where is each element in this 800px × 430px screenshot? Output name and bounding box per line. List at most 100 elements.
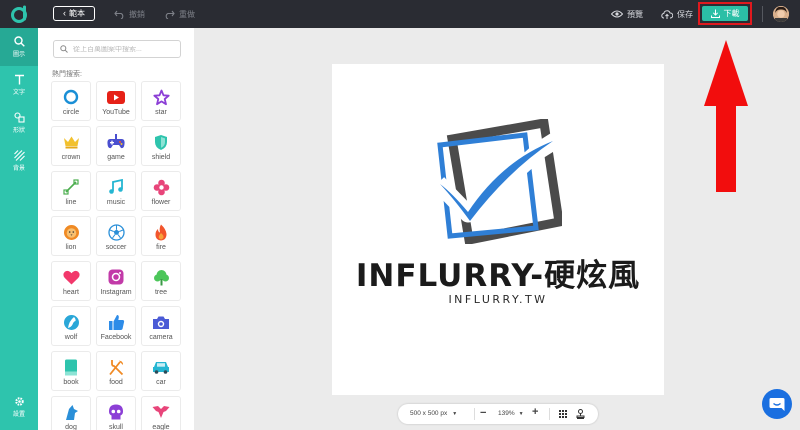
logo-subtitle-text[interactable]: INFLURRY.TW	[332, 293, 664, 306]
canvas-size-select[interactable]: 500 x 500 px ▼	[410, 410, 457, 417]
design-canvas[interactable]: INFLURRY-硬炫風 INFLURRY.TW	[332, 64, 664, 395]
rail-item-label: 形狀	[12, 128, 25, 134]
icon-tile-book[interactable]: book	[51, 351, 91, 391]
icon-tile-food[interactable]: food	[96, 351, 136, 391]
search-input[interactable]	[73, 45, 173, 53]
icon-tile-car[interactable]: car	[141, 351, 181, 391]
tile-label: flower	[151, 199, 171, 206]
canvas-size-label: 500 x 500 px	[410, 410, 448, 417]
redo-button[interactable]: 重做	[164, 0, 195, 28]
skull-icon	[109, 404, 123, 419]
zoom-level-label: 139%	[498, 410, 515, 417]
eye-icon	[611, 10, 623, 18]
dog-icon	[65, 404, 78, 420]
icon-tile-soccer[interactable]: soccer	[96, 216, 136, 256]
rail-item-label: 圖示	[12, 52, 25, 58]
icon-tile-eagle[interactable]: eagle	[141, 396, 181, 430]
zoom-out-button[interactable]: −	[480, 407, 486, 419]
wolf-icon	[63, 314, 79, 330]
checkmark-logo-icon[interactable]	[432, 119, 562, 244]
icon-tile-facebook[interactable]: Facebook	[96, 306, 136, 346]
zoom-divider	[549, 408, 550, 420]
tile-label: game	[107, 154, 125, 161]
icon-tile-star[interactable]: star	[141, 81, 181, 121]
tile-label: Facebook	[100, 334, 132, 341]
icon-tile-youtube[interactable]: YouTube	[96, 81, 136, 121]
back-to-templates-button[interactable]: ‹ 範本	[53, 6, 95, 21]
chevron-left-icon: ‹	[63, 8, 66, 18]
preview-button[interactable]: 預覽	[611, 0, 643, 28]
download-label: 下載	[723, 9, 740, 18]
music-icon	[109, 179, 123, 194]
star-icon	[152, 89, 170, 105]
search-icon	[13, 36, 25, 47]
icons-panel: 熱門搜索: circle YouTube star crown game shi…	[38, 28, 194, 430]
zoom-in-button[interactable]: +	[532, 406, 538, 418]
rail-item-shapes[interactable]: 形狀	[0, 104, 38, 142]
youtube-icon	[107, 90, 125, 104]
tree-icon	[153, 269, 169, 285]
icon-tile-instagram[interactable]: Instagram	[96, 261, 136, 301]
tile-label: lion	[65, 244, 77, 251]
tile-label: soccer	[105, 244, 127, 251]
redo-icon	[165, 10, 175, 19]
icon-tile-crown[interactable]: crown	[51, 126, 91, 166]
icon-tile-heart[interactable]: heart	[51, 261, 91, 301]
grid-icon[interactable]	[559, 410, 567, 418]
save-button[interactable]: 保存	[661, 0, 693, 28]
tile-label: food	[109, 379, 123, 386]
rail-item-background[interactable]: 背景	[0, 142, 38, 180]
tile-label: Instagram	[100, 289, 132, 296]
line-icon	[63, 179, 79, 195]
undo-icon	[114, 10, 124, 19]
app-logo-icon[interactable]	[10, 4, 30, 24]
download-icon	[710, 9, 720, 18]
icon-tile-game[interactable]: game	[96, 126, 136, 166]
rail-item-label: 背景	[12, 166, 25, 172]
food-icon	[108, 359, 123, 375]
icon-tile-flower[interactable]: flower	[141, 171, 181, 211]
download-button[interactable]: 下載	[702, 6, 748, 21]
icon-tile-music[interactable]: music	[96, 171, 136, 211]
crown-icon	[63, 136, 79, 149]
undo-button[interactable]: 撤銷	[114, 0, 145, 28]
rail-item-text[interactable]: 文字	[0, 66, 38, 104]
shapes-icon	[13, 112, 25, 123]
tile-label: tree	[154, 289, 168, 296]
icon-tile-tree[interactable]: tree	[141, 261, 181, 301]
side-rail: 圖示 文字 形狀 背景 設置	[0, 28, 38, 430]
rail-item-settings[interactable]: 設置	[0, 388, 38, 426]
background-icon	[13, 150, 25, 161]
avatar[interactable]	[773, 6, 789, 22]
tile-label: camera	[149, 334, 173, 341]
cloud-upload-icon	[661, 9, 673, 19]
search-box[interactable]	[53, 40, 181, 58]
rail-item-icons[interactable]: 圖示	[0, 28, 38, 66]
soccer-ball-icon	[107, 223, 125, 241]
zoom-toolbar: 500 x 500 px ▼ − 139% ▼ +	[398, 404, 598, 424]
icon-tile-camera[interactable]: camera	[141, 306, 181, 346]
icon-tile-dog[interactable]: dog	[51, 396, 91, 430]
icon-tile-circle[interactable]: circle	[51, 81, 91, 121]
icon-tile-line[interactable]: line	[51, 171, 91, 211]
tile-label: wolf	[64, 334, 78, 341]
tile-label: line	[65, 199, 77, 206]
icon-tile-skull[interactable]: skull	[96, 396, 136, 430]
user-avatar-icon	[773, 6, 789, 22]
icon-tile-fire[interactable]: fire	[141, 216, 181, 256]
icon-tile-lion[interactable]: lion	[51, 216, 91, 256]
chat-button[interactable]	[762, 389, 792, 419]
tile-label: music	[106, 199, 126, 206]
icon-tile-wolf[interactable]: wolf	[51, 306, 91, 346]
stamp-icon[interactable]	[576, 409, 585, 419]
tile-label: shield	[151, 154, 171, 161]
red-arrow-annotation-icon	[704, 40, 748, 192]
icon-tile-shield[interactable]: shield	[141, 126, 181, 166]
save-label: 保存	[677, 9, 693, 19]
rail-item-label: 文字	[12, 90, 25, 96]
logo-title-text[interactable]: INFLURRY-硬炫風	[332, 250, 664, 295]
zoom-level-select[interactable]: 139% ▼	[498, 410, 524, 417]
tile-label: crown	[61, 154, 81, 161]
settings-label: 設置	[12, 412, 25, 418]
car-icon	[153, 362, 169, 374]
